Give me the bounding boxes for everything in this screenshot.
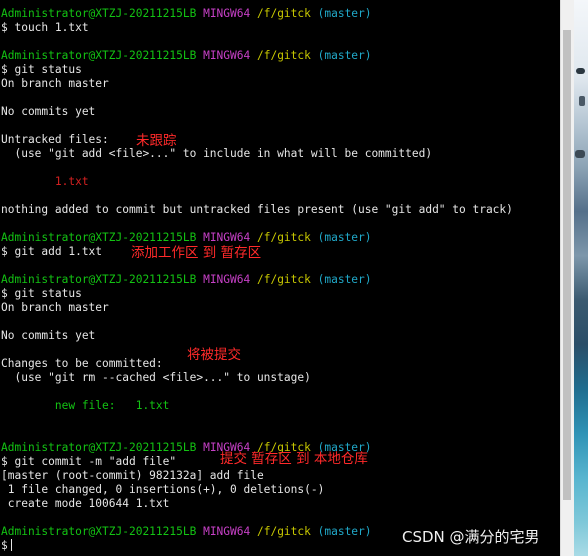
prompt-user: Administrator@XTZJ-20211215LB [1, 7, 197, 20]
prompt-shell: MINGW64 [203, 273, 251, 286]
prompt-path: /f/gitck [256, 7, 311, 20]
output-line: On branch master [1, 77, 109, 90]
output-line: [master (root-commit) 982132a] add file [1, 469, 264, 482]
prompt-path: /f/gitck [256, 49, 311, 62]
staged-file-line: new file: 1.txt [1, 399, 170, 412]
vertical-scrollbar[interactable] [560, 0, 574, 556]
prompt-user: Administrator@XTZJ-20211215LB [1, 231, 197, 244]
watermark: CSDN @满分的宅男 [402, 528, 540, 546]
prompt-line: Administrator@XTZJ-20211215LB MINGW64 /f… [1, 231, 513, 245]
prompt-shell: MINGW64 [203, 231, 251, 244]
image-detail [575, 150, 585, 158]
prompt-branch: (master) [317, 7, 372, 20]
command-line: $ git status [1, 287, 82, 300]
prompt-path: /f/gitck [256, 231, 311, 244]
output-line: Untracked files: [1, 133, 109, 146]
prompt-line: Administrator@XTZJ-20211215LB MINGW64 /f… [1, 7, 513, 21]
annotation-untracked: 未跟踪 [136, 133, 177, 149]
prompt-user: Administrator@XTZJ-20211215LB [1, 525, 197, 538]
output-line: create mode 100644 1.txt [1, 497, 170, 510]
prompt-path: /f/gitck [256, 525, 311, 538]
image-detail [576, 68, 585, 74]
prompt-user: Administrator@XTZJ-20211215LB [1, 441, 197, 454]
output-line: Changes to be committed: [1, 357, 163, 370]
output-line: (use "git rm --cached <file>..." to unst… [1, 371, 311, 384]
output-line: 1 file changed, 0 insertions(+), 0 delet… [1, 483, 325, 496]
scrollbar-thumb[interactable] [563, 30, 571, 500]
prompt-path: /f/gitck [256, 273, 311, 286]
prompt-shell: MINGW64 [203, 49, 251, 62]
annotation-add: 添加工作区 到 暂存区 [131, 245, 262, 261]
output-line: On branch master [1, 301, 109, 314]
annotation-commit: 提交 暂存区 到 本地仓库 [220, 451, 368, 467]
prompt-branch: (master) [317, 273, 372, 286]
prompt-shell: MINGW64 [203, 7, 251, 20]
annotation-staged: 将被提交 [187, 347, 241, 363]
text-cursor [10, 539, 12, 551]
background-landscape-image [574, 0, 588, 556]
output-line: No commits yet [1, 329, 96, 342]
prompt-branch: (master) [317, 49, 372, 62]
untracked-file-line: 1.txt [1, 175, 89, 188]
output-line: No commits yet [1, 105, 96, 118]
terminal-output: Administrator@XTZJ-20211215LB MINGW64 /f… [1, 7, 513, 553]
prompt-line: Administrator@XTZJ-20211215LB MINGW64 /f… [1, 273, 513, 287]
command-line: $ git status [1, 63, 82, 76]
terminal-window[interactable]: Administrator@XTZJ-20211215LB MINGW64 /f… [0, 0, 560, 556]
prompt-line: Administrator@XTZJ-20211215LB MINGW64 /f… [1, 49, 513, 63]
command-line: $ touch 1.txt [1, 21, 89, 34]
prompt-branch: (master) [317, 231, 372, 244]
output-line: nothing added to commit but untracked fi… [1, 203, 513, 216]
image-detail [579, 96, 585, 106]
prompt-shell: MINGW64 [203, 525, 251, 538]
output-line: (use "git add <file>..." to include in w… [1, 147, 433, 160]
prompt-user: Administrator@XTZJ-20211215LB [1, 273, 197, 286]
prompt-branch: (master) [317, 525, 372, 538]
prompt-symbol: $ [1, 539, 8, 552]
prompt-user: Administrator@XTZJ-20211215LB [1, 49, 197, 62]
